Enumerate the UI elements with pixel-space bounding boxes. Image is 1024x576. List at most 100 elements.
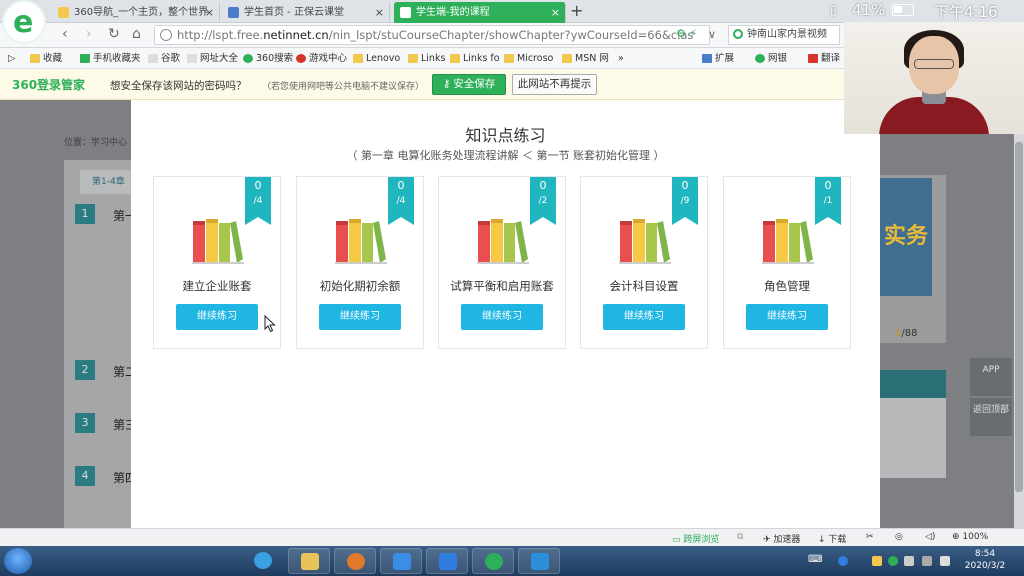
card-title: 试算平衡和启用账套: [450, 279, 554, 293]
sidebar-toggle-icon[interactable]: ▷: [8, 51, 15, 66]
feishu-icon[interactable]: [380, 548, 422, 574]
new-tab-button[interactable]: +: [570, 1, 583, 20]
close-icon[interactable]: ×: [551, 2, 560, 23]
books-icon: [192, 219, 244, 264]
bookmark-game-center[interactable]: 游戏中心: [296, 51, 347, 66]
banner-text: 实务: [884, 224, 929, 249]
translate-button[interactable]: 翻译: [808, 51, 840, 66]
bookmark-label: 手机收藏夹: [93, 53, 141, 64]
windows-taskbar: ⌨ 8:54 2020/3/2: [0, 546, 1024, 576]
tray-shield-icon[interactable]: [888, 556, 898, 566]
start-button[interactable]: [4, 548, 32, 574]
tab-student-home[interactable]: 学生首页 - 正保云课堂 ×: [222, 2, 390, 23]
bookmark-lenovo[interactable]: Lenovo: [353, 51, 400, 66]
clean-icon[interactable]: ◎: [895, 532, 903, 542]
phone-icon: [80, 54, 90, 63]
monitor-icon[interactable]: [904, 556, 914, 566]
accelerator-button[interactable]: ✈ 加速器: [763, 532, 800, 545]
bookmark-site-nav[interactable]: 网址大全: [187, 51, 238, 66]
progress-total: /4: [396, 196, 406, 206]
practice-modal: 知识点练习 （ 第一章 电算化账务处理流程讲解 ＜ 第一节 账套初始化管理 ） …: [131, 100, 880, 528]
system-clock[interactable]: 8:54 2020/3/2: [963, 548, 1007, 572]
continue-practice-button[interactable]: 继续练习: [603, 304, 685, 330]
copy-icon[interactable]: ⧉: [737, 532, 743, 542]
netbank-button[interactable]: 网银: [755, 51, 787, 66]
explorer-icon[interactable]: [288, 548, 330, 574]
continue-practice-button[interactable]: 继续练习: [176, 304, 258, 330]
progress-ribbon: 0/4: [388, 177, 414, 225]
bookmark-mobile[interactable]: 手机收藏夹: [80, 51, 141, 66]
360-browser-icon[interactable]: [472, 548, 514, 574]
volume-icon[interactable]: ◁): [925, 532, 935, 542]
zoom-button[interactable]: ⊕ 100%: [952, 532, 988, 542]
extensions-button[interactable]: 扩展: [702, 51, 734, 66]
home-icon[interactable]: ⌂: [132, 26, 141, 42]
modal-title: 知识点练习: [465, 126, 546, 145]
app-download-button[interactable]: APP: [970, 358, 1012, 396]
scrollbar-thumb[interactable]: [1015, 142, 1023, 492]
practice-card: 0/4 初始化期初余额继续练习: [296, 176, 424, 349]
tab-my-courses[interactable]: 学生端-我的课程 ×: [394, 2, 566, 23]
close-icon[interactable]: ×: [205, 2, 214, 23]
ie-icon[interactable]: [242, 548, 284, 574]
progress-total: /1: [823, 196, 833, 206]
tray-360-icon[interactable]: [872, 556, 882, 566]
bookmark-links-fo[interactable]: Links fo: [450, 51, 500, 66]
search-input[interactable]: 钟南山家内景视频: [728, 25, 840, 45]
vibrate-icon: ▯: [830, 3, 837, 17]
card-title: 初始化期初余额: [319, 279, 401, 293]
network-icon[interactable]: [922, 556, 932, 566]
tab-chapters[interactable]: 第1-4章: [80, 170, 132, 194]
continue-practice-button[interactable]: 继续练习: [461, 304, 543, 330]
bookmark-label: 扩展: [715, 53, 735, 64]
course-bar: [880, 370, 946, 398]
search-icon: [243, 54, 253, 63]
url-input[interactable]: http://lspt.free.netinnet.cn/nin_lspt/st…: [154, 25, 710, 45]
back-icon[interactable]: ‹: [62, 26, 68, 42]
volume-icon[interactable]: [940, 556, 950, 566]
media-player-icon[interactable]: [334, 548, 376, 574]
split-view-button[interactable]: ▭ 跨屏浏览: [672, 532, 719, 545]
progress-count: 0/88: [895, 328, 917, 339]
progress-done: 0: [397, 179, 405, 192]
accelerator-label: 加速器: [773, 535, 801, 545]
tab-360-nav[interactable]: 360导航_一个主页，整个世界 ×: [52, 2, 220, 23]
continue-practice-button[interactable]: 继续练习: [746, 304, 828, 330]
never-remind-button[interactable]: 此网站不再提示: [512, 74, 597, 95]
progress-total: /2: [538, 196, 548, 206]
bookmark-google[interactable]: 谷歌: [148, 51, 180, 66]
tab-label: 360导航_一个主页，整个世界: [74, 7, 209, 18]
bookmark-microsoft[interactable]: Microso: [504, 51, 553, 66]
bolt-icon[interactable]: ⚙ ⚡: [676, 27, 697, 40]
chevron-down-icon[interactable]: ∨: [708, 28, 716, 41]
tab-label: 学生端-我的课程: [416, 7, 490, 18]
zoom-label: 100%: [962, 532, 989, 542]
continue-practice-button[interactable]: 继续练习: [319, 304, 401, 330]
bookmark-links[interactable]: Links: [408, 51, 445, 66]
tab-label: 学生首页 - 正保云课堂: [244, 7, 344, 18]
chapter-number: 4: [75, 466, 95, 486]
back-to-top-button[interactable]: 返回顶部: [970, 398, 1012, 436]
help-icon[interactable]: [838, 556, 848, 566]
url-path: /nin_lspt/stuCourseChapter/showChapter?y…: [328, 28, 694, 42]
wps-icon[interactable]: [426, 548, 468, 574]
bookmark-favorites[interactable]: 收藏: [30, 51, 62, 66]
keyboard-icon[interactable]: ⌨: [808, 554, 822, 565]
bookmark-label: 收藏: [43, 53, 63, 64]
folder-icon: [408, 54, 418, 63]
url-prefix: http://lspt.free.: [177, 28, 264, 42]
forward-icon[interactable]: ›: [86, 26, 92, 42]
page-icon: [148, 54, 158, 63]
reload-icon[interactable]: ↻: [108, 26, 120, 42]
calendar-app-icon[interactable]: [518, 548, 560, 574]
progress-ribbon: 0/2: [530, 177, 556, 225]
download-button[interactable]: ↓ 下载: [818, 532, 846, 545]
bookmark-360-search[interactable]: 360搜索: [243, 51, 293, 66]
save-password-button[interactable]: ⚷ 安全保存: [432, 74, 506, 95]
360-icon: [58, 7, 69, 18]
bookmark-label: 谷歌: [161, 53, 181, 64]
screenshot-icon[interactable]: ✂: [866, 532, 874, 542]
bookmark-msn[interactable]: MSN 网: [562, 51, 609, 66]
bookmarks-overflow[interactable]: »: [618, 51, 624, 66]
close-icon[interactable]: ×: [375, 2, 384, 23]
